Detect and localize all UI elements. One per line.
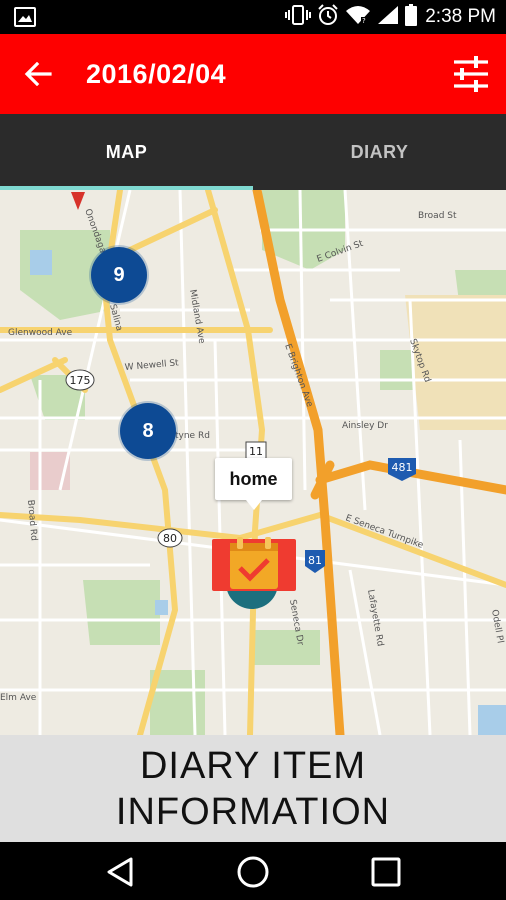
svg-text:175: 175 [70, 374, 91, 387]
route-175-shield: 175 [65, 369, 95, 391]
street-label: Midland Ave [187, 289, 206, 345]
alarm-icon [317, 3, 339, 31]
clock: 2:38 PM [425, 6, 496, 27]
route-80-shield: 80 [157, 528, 183, 548]
street-label: Ainsley Dr [342, 421, 388, 431]
street-label: Odell Pl [489, 609, 505, 644]
home-callout[interactable]: home [215, 458, 292, 510]
image-icon [14, 7, 36, 32]
page-title: 2016/02/04 [86, 59, 227, 89]
status-bar: ? 2:38 PM [0, 0, 506, 34]
street-label: W Newell St [124, 358, 179, 373]
svg-text:11: 11 [249, 445, 263, 458]
battery-icon [405, 3, 418, 31]
street-label: Broad St [418, 211, 457, 221]
svg-text:80: 80 [163, 532, 177, 545]
street-label: Lafayette Rd [365, 589, 385, 647]
info-panel-line-2: INFORMATION [115, 790, 391, 833]
map-cluster-marker[interactable]: 9 [91, 247, 147, 303]
street-label: E Seneca Turnpike [344, 513, 425, 551]
vibrate-icon [285, 4, 312, 30]
street-label: Broad Rd [25, 499, 39, 541]
svg-text:81: 81 [308, 554, 322, 567]
route-81-shield: 81 [305, 550, 325, 573]
recents-square-icon[interactable] [366, 852, 406, 892]
location-pin-icon[interactable] [71, 192, 85, 210]
tab-bar: MAP DIARY [0, 114, 506, 190]
street-label: tyne Rd [175, 431, 210, 441]
street-label: Glenwood Ave [8, 328, 73, 338]
signal-icon [377, 5, 399, 30]
tab-map[interactable]: MAP [0, 114, 253, 190]
app-bar: 2016/02/04 [0, 34, 506, 114]
info-panel-line-1: DIARY ITEM [139, 744, 367, 787]
svg-text:?: ? [362, 17, 366, 25]
back-arrow-icon[interactable] [20, 58, 56, 90]
back-triangle-icon[interactable] [100, 852, 140, 892]
map-view[interactable]: 175 80 11 81 481 Broad St E Colvin St Gl… [0, 190, 506, 735]
tune-sliders-icon[interactable] [452, 56, 490, 92]
status-icons: ? 2:38 PM [285, 0, 496, 34]
system-nav-bar [0, 842, 506, 900]
wifi-icon: ? [345, 5, 371, 30]
calendar-check-icon[interactable] [212, 535, 296, 611]
svg-text:481: 481 [392, 461, 413, 474]
tab-diary[interactable]: DIARY [253, 114, 506, 190]
route-481-shield: 481 [388, 458, 416, 481]
street-label: Elm Ave [0, 693, 37, 703]
map-cluster-marker[interactable]: 8 [120, 403, 176, 459]
home-circle-icon[interactable] [233, 852, 273, 892]
diary-item-info-panel[interactable]: DIARY ITEM INFORMATION [0, 735, 506, 842]
